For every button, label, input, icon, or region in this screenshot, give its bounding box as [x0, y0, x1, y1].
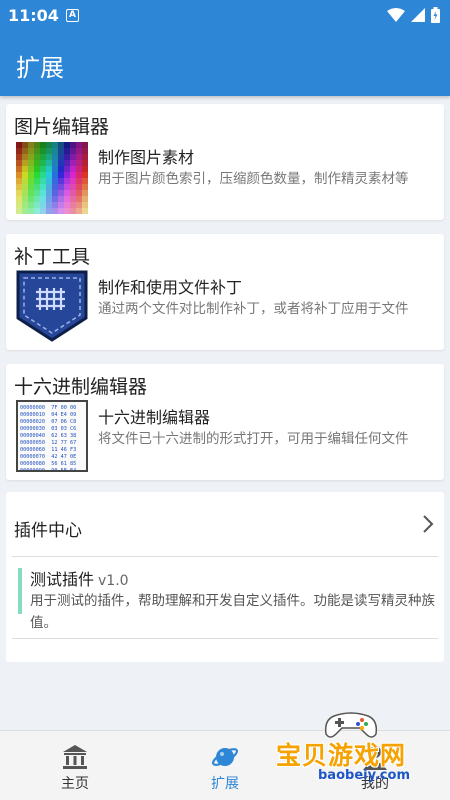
image-editor-card[interactable]: 图片编辑器 制作图片素材 用于图片颜色索引，压缩颜色数量，制作精灵素材等: [6, 104, 444, 220]
signal-icon: [411, 8, 425, 22]
nav-label: 主页: [61, 776, 89, 792]
palette-icon: [16, 142, 88, 214]
card-description: 将文件已十六进制的形式打开，可用于编辑任何文件: [98, 431, 409, 447]
hex-editor-card[interactable]: 十六进制编辑器 00000000 7F 00 00 00000010 04 E4…: [6, 364, 444, 480]
patch-tool-card[interactable]: 补丁工具 制作和使用文件补丁 通过两个文件对比制作补丁，或者将补丁应用于文件: [6, 234, 444, 350]
keyboard-notification-icon: A: [66, 9, 79, 22]
status-icons: [387, 7, 440, 23]
app-bar: 扩展: [0, 32, 450, 96]
bank-icon: [63, 745, 87, 769]
palette-cell: [82, 208, 88, 214]
card-subtitle: 十六进制编辑器: [98, 408, 211, 427]
plugin-name-line: 测试插件 v1.0: [30, 566, 129, 590]
plugin-item[interactable]: 测试插件 v1.0 用于测试的插件，帮助理解和开发自定义插件。功能是读写精灵种族值…: [16, 566, 438, 632]
card-subtitle: 制作和使用文件补丁: [98, 278, 243, 297]
watermark: 宝贝游戏网 baobeiy.com: [272, 704, 450, 794]
nav-home[interactable]: 主页: [0, 731, 150, 800]
plugin-version: v1.0: [98, 573, 129, 589]
wifi-icon: [387, 8, 405, 22]
card-title: 图片编辑器: [14, 116, 110, 138]
page-title: 扩展: [16, 54, 64, 82]
patch-icon: [16, 270, 88, 342]
card-description: 用于图片颜色索引，压缩颜色数量，制作精灵素材等: [98, 171, 409, 187]
planet-icon: [211, 748, 239, 766]
status-bar: 11:04 A: [0, 0, 450, 32]
plugin-center-header[interactable]: 插件中心: [6, 492, 444, 556]
plugin-center-label: 插件中心: [14, 521, 82, 541]
watermark-url: baobeiy.com: [318, 768, 410, 783]
status-time: 11:04: [8, 6, 59, 25]
plugin-name: 测试插件: [30, 570, 95, 589]
battery-icon: [431, 7, 440, 23]
divider: [12, 556, 438, 557]
plugin-description: 用于测试的插件，帮助理解和开发自定义插件。功能是读写精灵种族值。: [30, 593, 435, 631]
card-title: 十六进制编辑器: [14, 376, 148, 398]
hex-file-icon: 00000000 7F 00 00 00000010 04 E4 09 0000…: [16, 400, 88, 472]
chevron-right-icon: [423, 515, 434, 533]
card-description: 通过两个文件对比制作补丁，或者将补丁应用于文件: [98, 301, 409, 317]
card-subtitle: 制作图片素材: [98, 148, 195, 167]
plugin-accent-bar: [18, 568, 22, 614]
divider: [12, 638, 438, 639]
watermark-text: 宝贝游戏网: [276, 741, 407, 770]
plugin-center-card: 插件中心 测试插件 v1.0 用于测试的插件，帮助理解和开发自定义插件。功能是读写…: [6, 492, 444, 662]
card-title: 补丁工具: [14, 246, 91, 268]
